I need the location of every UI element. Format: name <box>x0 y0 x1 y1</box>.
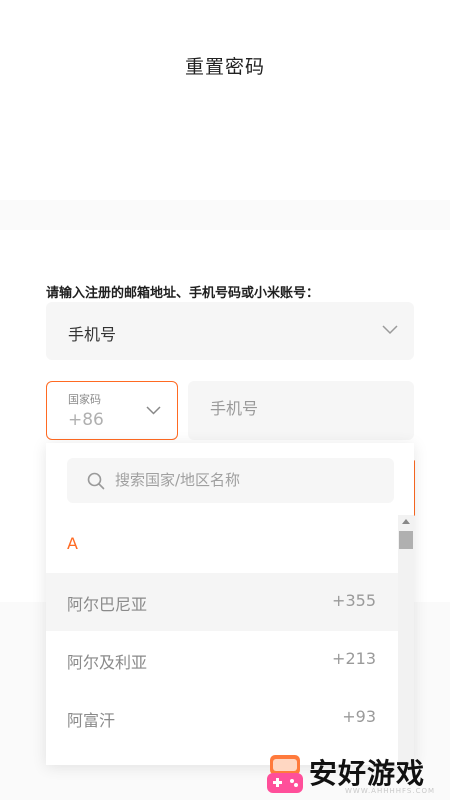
country-code-label: 国家码 <box>68 393 101 406</box>
country-name: 阿富汗 <box>67 711 116 730</box>
country-code: +93 <box>342 707 376 726</box>
country-row[interactable]: 阿尔巴尼亚 +355 <box>46 573 398 631</box>
country-code-value: +86 <box>68 410 104 430</box>
country-code: +213 <box>332 649 376 668</box>
phone-field[interactable] <box>188 381 414 440</box>
gamepad-logo-icon <box>267 755 303 793</box>
watermark-logo: 安好游戏 WWW.AHHHHFS.COM <box>265 747 450 800</box>
section-letter: A <box>67 534 78 553</box>
country-code: +355 <box>332 591 376 610</box>
watermark-subtext: WWW.AHHHHFS.COM <box>345 787 436 795</box>
account-type-select[interactable]: 手机号 <box>46 302 414 360</box>
header-bg-band <box>0 200 450 230</box>
country-search[interactable] <box>67 458 394 503</box>
scroll-up-arrow-icon[interactable] <box>402 519 410 524</box>
page-title: 重置密码 <box>184 56 265 78</box>
country-row[interactable]: 阿尔及利亚 +213 <box>46 631 398 689</box>
search-icon <box>87 472 105 490</box>
form-prompt: 请输入注册的邮箱地址、手机号码或小米账号： <box>46 286 320 301</box>
scrollbar[interactable] <box>398 515 414 765</box>
country-row[interactable]: 阿富汗 +93 <box>46 689 398 747</box>
chevron-down-icon <box>382 325 398 335</box>
chevron-down-icon <box>146 406 161 415</box>
watermark-text: 安好游戏 <box>309 757 426 790</box>
phone-input[interactable] <box>210 399 400 418</box>
country-code-select[interactable]: 国家码 +86 <box>46 381 178 440</box>
scrollbar-thumb[interactable] <box>399 531 413 549</box>
country-name: 阿尔及利亚 <box>67 653 148 672</box>
country-search-input[interactable] <box>115 471 375 489</box>
account-type-value: 手机号 <box>68 325 117 344</box>
country-dropdown: A 阿尔巴尼亚 +355 阿尔及利亚 +213 阿富汗 +93 <box>46 443 414 765</box>
country-name: 阿尔巴尼亚 <box>67 595 148 614</box>
